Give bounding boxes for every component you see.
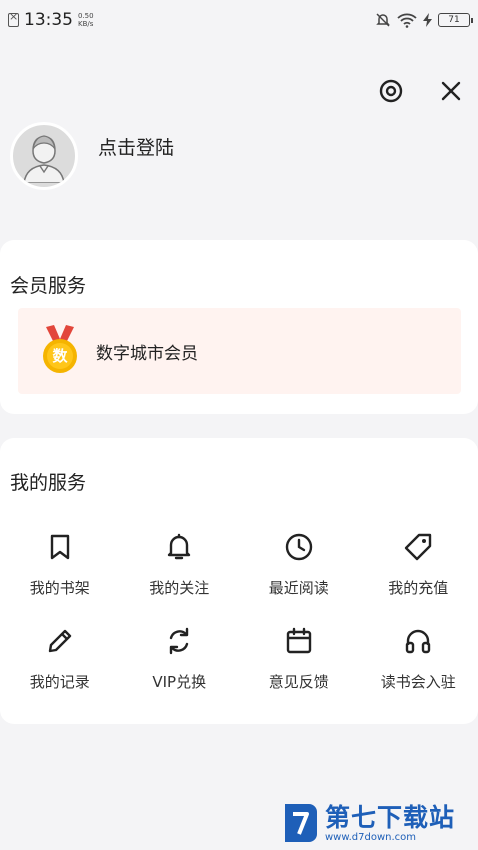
refresh-icon bbox=[162, 624, 196, 658]
service-feedback[interactable]: 意见反馈 bbox=[239, 624, 359, 692]
close-button[interactable] bbox=[436, 76, 466, 106]
service-vip-exchange[interactable]: VIP兑换 bbox=[120, 624, 240, 692]
settings-button[interactable] bbox=[376, 76, 406, 106]
service-label: 我的关注 bbox=[149, 579, 210, 597]
bookmark-icon bbox=[43, 530, 77, 564]
watermark-url: www.d7down.com bbox=[325, 831, 417, 843]
service-records[interactable]: 我的记录 bbox=[0, 624, 120, 692]
avatar[interactable] bbox=[10, 122, 78, 190]
medal-char: 数 bbox=[52, 347, 68, 365]
service-label: 我的记录 bbox=[29, 673, 90, 691]
service-book-club[interactable]: 读书会入驻 bbox=[359, 624, 478, 692]
medal-icon: 数 bbox=[40, 325, 80, 377]
user-avatar-icon bbox=[23, 135, 65, 183]
watermark-name: 第七下载站 bbox=[325, 802, 456, 832]
service-recent-reading[interactable]: 最近阅读 bbox=[239, 530, 359, 598]
member-item-label: 数字城市会员 bbox=[96, 343, 198, 364]
network-speed-value: 0.50 bbox=[78, 12, 94, 20]
digital-city-member-item[interactable]: 数 数字城市会员 bbox=[18, 308, 461, 394]
wifi-icon bbox=[397, 13, 417, 28]
status-bar: 13:35 0.50 KB/s 71 bbox=[0, 0, 478, 40]
watermark: 第七下载站 www.d7down.com bbox=[283, 800, 455, 846]
battery-indicator: 71 bbox=[438, 13, 473, 27]
top-actions bbox=[376, 76, 466, 106]
service-follow[interactable]: 我的关注 bbox=[120, 530, 240, 598]
charging-icon bbox=[423, 13, 432, 27]
calendar-icon bbox=[282, 624, 316, 658]
my-services-card: 我的服务 我的书架 我的关注 最近阅读 我的充值 我的记录 VIP兑换 意见反馈… bbox=[0, 438, 478, 724]
service-label: 意见反馈 bbox=[268, 673, 329, 691]
service-label: 我的书架 bbox=[29, 579, 90, 597]
service-label: 我的充值 bbox=[388, 579, 449, 597]
network-speed-unit: KB/s bbox=[78, 20, 94, 28]
tag-icon bbox=[401, 530, 435, 564]
service-label: 读书会入驻 bbox=[380, 673, 456, 691]
headphones-icon bbox=[401, 624, 435, 658]
login-link[interactable]: 点击登陆 bbox=[98, 133, 174, 160]
profile-section[interactable]: 点击登陆 bbox=[10, 122, 174, 190]
pencil-icon bbox=[43, 624, 77, 658]
service-recharge[interactable]: 我的充值 bbox=[359, 530, 478, 598]
gear-icon bbox=[379, 79, 403, 103]
status-time: 13:35 bbox=[24, 10, 73, 30]
clock-icon bbox=[282, 530, 316, 564]
close-icon bbox=[441, 81, 461, 101]
service-label: 最近阅读 bbox=[268, 579, 329, 597]
notification-icon bbox=[8, 10, 19, 27]
service-label: VIP兑换 bbox=[152, 673, 207, 691]
network-speed: 0.50 KB/s bbox=[78, 12, 94, 28]
member-service-title: 会员服务 bbox=[10, 275, 87, 297]
my-services-title: 我的服务 bbox=[10, 472, 87, 494]
bell-muted-icon bbox=[376, 13, 390, 27]
service-bookshelf[interactable]: 我的书架 bbox=[0, 530, 120, 598]
bell-icon bbox=[162, 530, 196, 564]
watermark-logo-icon bbox=[285, 804, 317, 842]
services-grid: 我的书架 我的关注 最近阅读 我的充值 我的记录 VIP兑换 意见反馈 读书会入… bbox=[0, 530, 478, 692]
